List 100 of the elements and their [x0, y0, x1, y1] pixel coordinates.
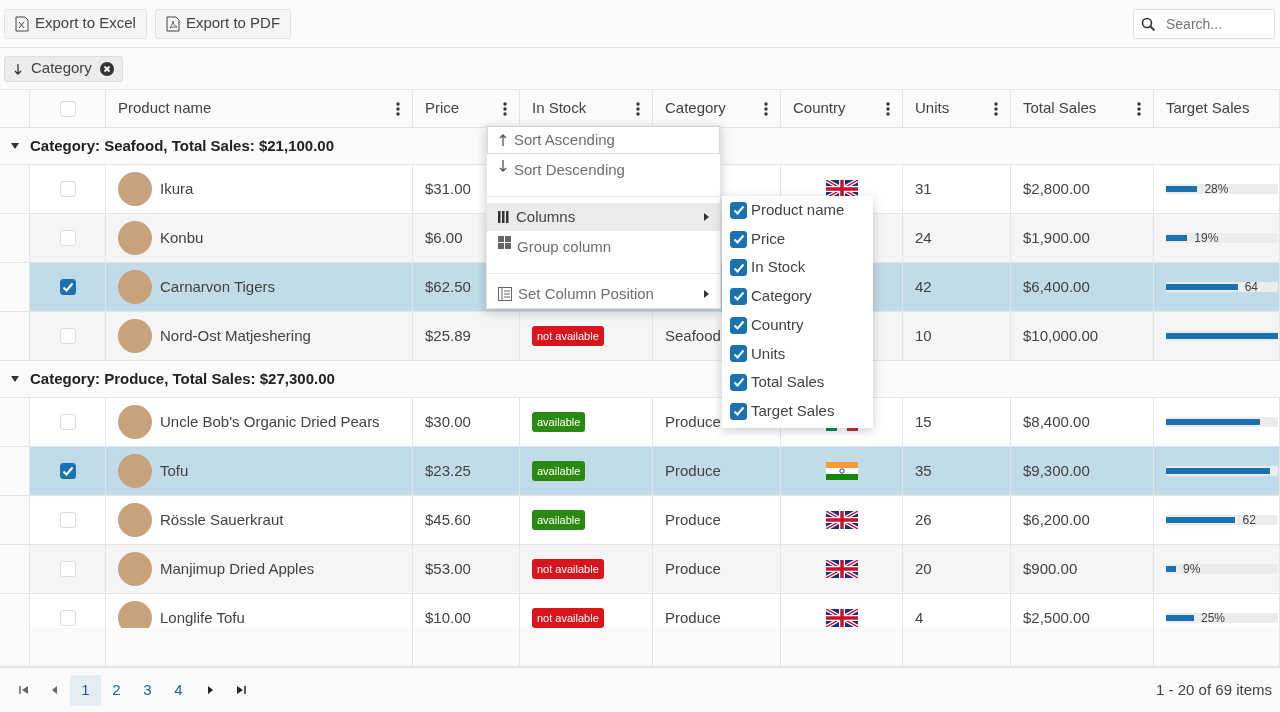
total-sales-cell-text: $900.00: [1023, 558, 1078, 579]
price-cell-text: $25.89: [425, 325, 471, 346]
percent-label: 62: [1242, 512, 1256, 529]
column-header[interactable]: Units: [915, 97, 950, 120]
kebab-menu-icon[interactable]: [994, 101, 998, 116]
product-name: Longlife Tofu: [160, 607, 245, 628]
product-name: Rössle Sauerkraut: [160, 509, 284, 530]
column-checkbox[interactable]: [730, 230, 747, 248]
percent-label: 25%: [1201, 610, 1226, 627]
kebab-menu-icon[interactable]: [886, 101, 890, 116]
units-cell-text: 10: [915, 325, 932, 346]
page-button[interactable]: 3: [132, 674, 163, 706]
column-checkbox[interactable]: [730, 201, 747, 219]
search-field[interactable]: Search...: [1133, 8, 1275, 39]
column-option-label: Price: [751, 228, 786, 249]
units-cell-text: 15: [915, 411, 932, 432]
document-icon: [15, 15, 29, 32]
column-header[interactable]: Country: [793, 97, 846, 120]
photo-placeholder: [118, 221, 152, 255]
export-pdf-button[interactable]: Export to PDF: [154, 8, 292, 39]
price-cell-text: $23.25: [425, 460, 471, 481]
column-checkbox[interactable]: [730, 402, 747, 420]
export-excel-button[interactable]: Export to Excel: [4, 8, 147, 39]
column-checkbox[interactable]: [730, 316, 747, 334]
units-cell-text: 31: [915, 178, 932, 199]
units-cell-text: 35: [915, 460, 932, 481]
photo-placeholder: [118, 503, 152, 537]
percent-label: 19%: [1194, 230, 1219, 247]
caret-icon[interactable]: [11, 142, 19, 150]
photo-placeholder: [118, 454, 152, 488]
stock-status-badge: available: [532, 412, 586, 432]
menu-item[interactable]: Sort Ascending: [487, 126, 720, 154]
page-button[interactable]: 4: [163, 674, 194, 706]
column-option-label: Total Sales: [751, 372, 825, 393]
category-cell-text: Produce: [665, 607, 721, 628]
total-sales-cell-text: $2,500.00: [1023, 607, 1090, 628]
select-all-checkbox[interactable]: [59, 100, 76, 117]
kebab-menu-icon[interactable]: [636, 101, 640, 116]
menu-item[interactable]: Columns: [487, 203, 720, 231]
table-row[interactable]: Rössle Sauerkraut $45.60 available Produce 26 $6,200.00 62: [0, 496, 1280, 545]
menu-item[interactable]: Group column: [487, 231, 720, 265]
group-header-text: Category: Produce, Total Sales: $27,300.00: [30, 368, 335, 389]
table-row[interactable]: Longlife Tofu $10.00 not available Produce 4 $2,500.00 25%: [0, 594, 1280, 628]
column-header[interactable]: In Stock: [532, 97, 587, 120]
column-header[interactable]: Total Sales: [1023, 97, 1097, 120]
category-cell-text: Produce: [665, 558, 721, 579]
photo-placeholder: [118, 405, 152, 439]
kebab-menu-icon[interactable]: [764, 101, 768, 116]
page-button[interactable]: 1: [70, 674, 101, 706]
column-header[interactable]: Price: [425, 97, 460, 120]
total-sales-cell-text: $6,400.00: [1023, 276, 1090, 297]
column-option-label: Units: [751, 343, 786, 364]
column-checkbox[interactable]: [730, 259, 747, 277]
column-header[interactable]: Target Sales: [1166, 97, 1250, 120]
photo-placeholder: [118, 270, 152, 304]
pager-info: 1 - 20 of 69 items: [1156, 679, 1272, 700]
group-chip[interactable]: Category: [4, 55, 123, 82]
stock-status-badge: not available: [532, 326, 604, 346]
price-cell-text: $53.00: [425, 558, 471, 579]
last-page-icon: [235, 685, 246, 695]
photo-placeholder: [118, 601, 152, 628]
column-header[interactable]: Product name: [118, 97, 212, 120]
units-cell-text: 4: [915, 607, 924, 628]
percent-label: 28%: [1204, 181, 1229, 198]
stock-status-badge: available: [532, 510, 586, 530]
search-icon: [1141, 16, 1155, 31]
sort-descending-icon: [498, 159, 508, 173]
category-cell-text: Produce: [665, 460, 721, 481]
page-button[interactable]: 2: [101, 674, 132, 706]
row-checkbox[interactable]: [59, 279, 76, 295]
caret-icon[interactable]: [11, 375, 19, 383]
price-cell-text: $45.60: [425, 509, 471, 530]
remove-icon[interactable]: [99, 61, 114, 76]
photo-placeholder: [118, 552, 152, 586]
row-checkbox[interactable]: [59, 463, 76, 479]
photo-placeholder: [118, 319, 152, 353]
column-checkbox[interactable]: [730, 373, 747, 391]
selected-row[interactable]: Tofu $23.25 available Produce 35 $9,300.00: [0, 447, 1280, 496]
price-cell-text: $62.50: [425, 276, 471, 297]
product-name: Nord-Ost Matjeshering: [160, 325, 311, 346]
menu-item[interactable]: Sort Descending: [487, 154, 720, 188]
column-header[interactable]: Category: [665, 97, 726, 120]
column-checkbox[interactable]: [730, 345, 747, 363]
group-header-text: Category: Seafood, Total Sales: $21,100.00: [30, 135, 334, 156]
product-name: Carnarvon Tigers: [160, 276, 276, 297]
total-sales-cell-text: $6,200.00: [1023, 509, 1090, 530]
menu-item[interactable]: Set Column Position: [487, 280, 720, 308]
product-name: Uncle Bob's Organic Dried Pears: [160, 411, 380, 432]
stock-status-badge: not available: [532, 559, 604, 579]
product-name: Ikura: [160, 178, 194, 199]
units-cell-text: 20: [915, 558, 932, 579]
sort-ascending-icon: [498, 133, 508, 147]
kebab-menu-icon[interactable]: [396, 101, 400, 116]
column-option-label: In Stock: [751, 257, 806, 278]
total-sales-cell-text: $1,900.00: [1023, 227, 1090, 248]
column-checkbox[interactable]: [730, 287, 747, 305]
photo-placeholder: [118, 172, 152, 206]
kebab-menu-icon[interactable]: [503, 101, 507, 116]
kebab-menu-icon[interactable]: [1137, 101, 1141, 116]
table-row[interactable]: Manjimup Dried Apples $53.00 not available Produce 20 $900.00 9%: [0, 545, 1280, 594]
